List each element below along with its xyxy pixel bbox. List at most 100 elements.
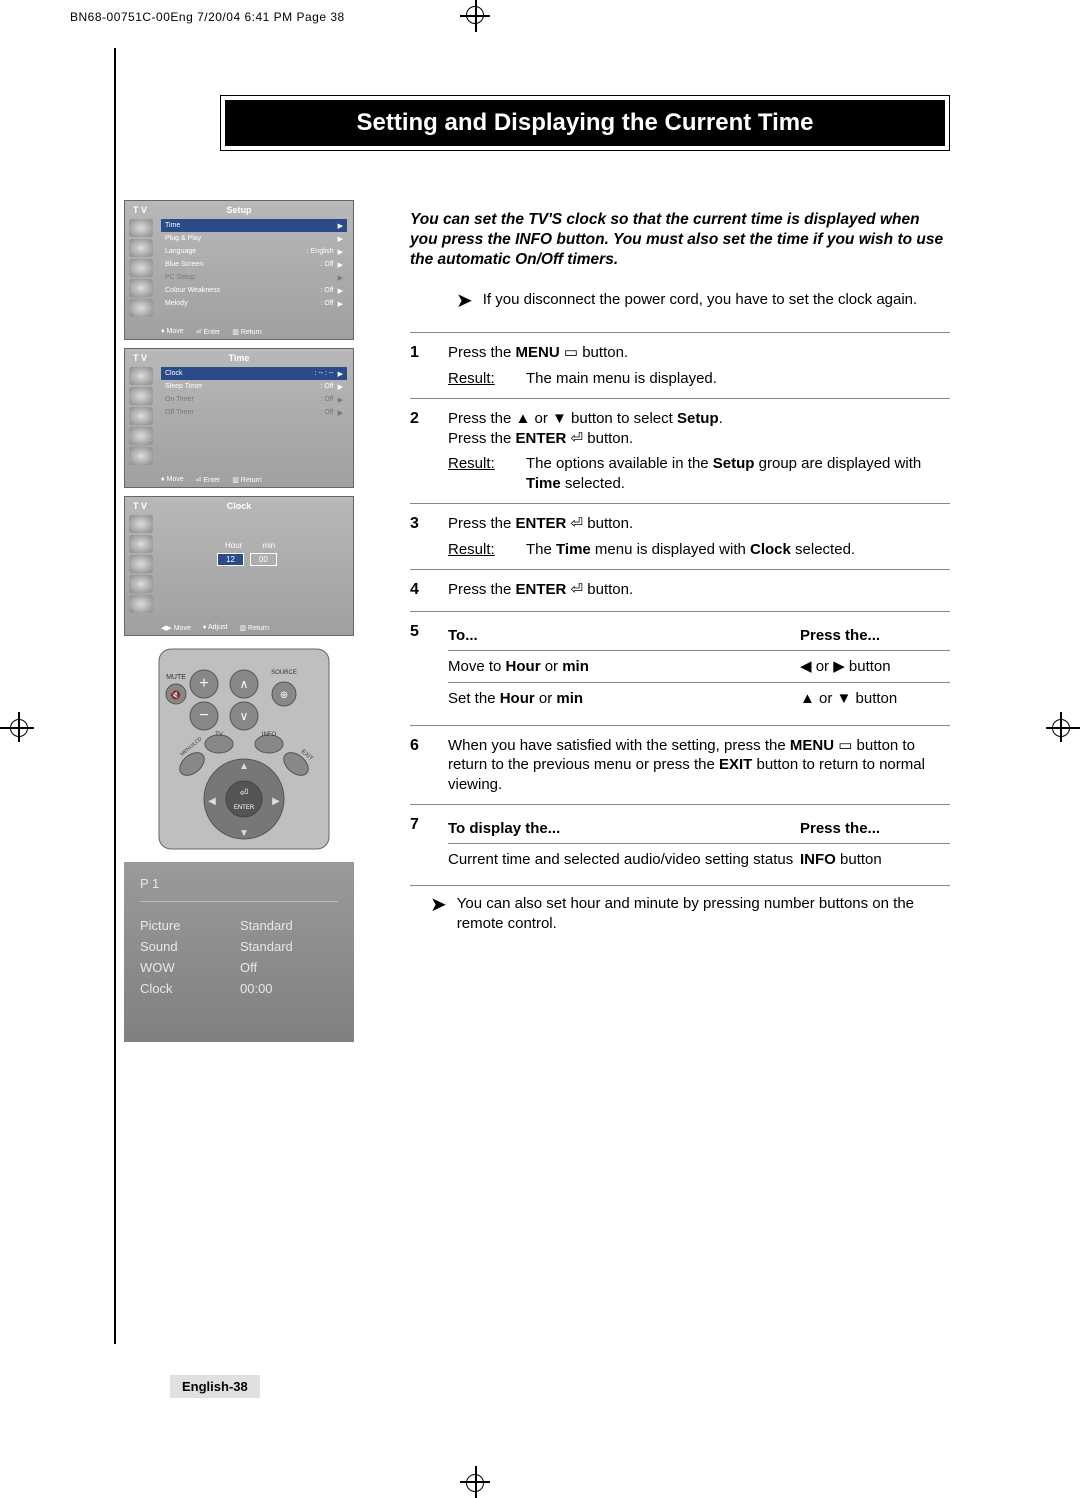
min-value: 00 — [250, 553, 277, 566]
step-number: 5 — [410, 622, 448, 715]
text: ENTER — [516, 430, 567, 447]
col-header: Press the... — [800, 819, 950, 839]
step-6: 6 When you have satisfied with the setti… — [410, 736, 950, 795]
arrow-icon: ➤ — [430, 892, 447, 933]
osd-title: Time — [125, 353, 353, 363]
result-text: The Time menu is displayed with Clock se… — [526, 540, 950, 560]
text: button. — [583, 515, 633, 532]
arrow-icon: ➤ — [456, 288, 473, 314]
step-5: 5 To...Press the... Move to Hour or min◀… — [410, 622, 950, 715]
osd-menu: Time▶ Plug & Play▶ Language:English▶ Blu… — [161, 219, 347, 310]
note-text: You can also set hour and minute by pres… — [457, 894, 950, 933]
step-number: 2 — [410, 409, 448, 493]
col-header: To... — [448, 626, 800, 646]
svg-text:ENTER: ENTER — [234, 805, 255, 811]
osd-title: Clock — [125, 501, 353, 511]
table-row: Set the Hour or min▲ or ▼ button — [448, 682, 950, 715]
text: EXIT — [719, 756, 752, 773]
enter-icon: ⏎ — [566, 430, 583, 447]
svg-text:TV: TV — [215, 732, 223, 738]
info-row: Clock00:00 — [140, 981, 338, 996]
enter-icon: ⏎ — [566, 515, 583, 532]
osd-row: Time▶ — [161, 219, 347, 232]
svg-text:⊕: ⊕ — [280, 690, 288, 701]
page-footer: English-38 — [170, 1375, 260, 1398]
svg-text:−: − — [199, 707, 208, 724]
svg-text:MUTE: MUTE — [166, 674, 186, 681]
remote-illustration: + − ∧ ∨ 🔇 MUTE ⊕ SOURCE TV INFO MENU/LCD… — [154, 644, 334, 854]
step-2: 2 Press the ▲ or ▼ button to select Setu… — [410, 409, 950, 493]
page-header: BN68-00751C-00Eng 7/20/04 6:41 PM Page 3… — [70, 10, 345, 24]
svg-text:▶: ▶ — [272, 796, 280, 807]
text: MENU — [516, 344, 560, 361]
svg-text:SOURCE: SOURCE — [271, 670, 297, 676]
osd-row: On Timer:Off▶ — [161, 393, 347, 406]
info-row: SoundStandard — [140, 939, 338, 954]
result-label: Result: — [448, 454, 526, 493]
note: ➤ If you disconnect the power cord, you … — [456, 290, 950, 314]
text: Press the — [448, 515, 516, 532]
intro-text: You can set the TV'S clock so that the c… — [410, 210, 950, 270]
step-3: 3 Press the ENTER ⏎ button. Result:The T… — [410, 514, 950, 559]
svg-text:⏎: ⏎ — [240, 788, 248, 799]
text: Press the ▲ or ▼ button to select — [448, 410, 677, 427]
crop-mark — [466, 1474, 484, 1492]
svg-text:🔇: 🔇 — [170, 689, 181, 700]
page-title: Setting and Displaying the Current Time — [225, 100, 945, 146]
osd-row: Plug & Play▶ — [161, 232, 347, 245]
left-column: T V Setup Time▶ Plug & Play▶ Language:En… — [124, 200, 364, 1042]
step-number: 1 — [410, 343, 448, 388]
table-row: Move to Hour or min◀ or ▶ button — [448, 650, 950, 683]
text: ENTER — [516, 581, 567, 598]
svg-text:▼: ▼ — [239, 828, 249, 839]
osd-row: Clock:-- : --▶ — [161, 367, 347, 380]
col-header: Press the... — [800, 626, 950, 646]
osd-icon-column — [129, 367, 157, 467]
result-text: The options available in the Setup group… — [526, 454, 950, 493]
text: Setup — [677, 410, 719, 427]
osd-footer: ♦ Move⏎ Enter▥ Return — [161, 328, 347, 336]
clock-labels: Hourmin — [225, 541, 275, 550]
svg-text:∨: ∨ — [240, 709, 249, 723]
step-7: 7 To display the...Press the... Current … — [410, 815, 950, 875]
clock-values: 12 00 — [217, 553, 277, 566]
osd-title: Setup — [125, 205, 353, 215]
osd-menu: Clock:-- : --▶ Sleep Timer:Off▶ On Timer… — [161, 367, 347, 419]
instructions: You can set the TV'S clock so that the c… — [410, 210, 950, 951]
osd-icon-column — [129, 515, 157, 613]
table: To...Press the... Move to Hour or min◀ o… — [448, 626, 950, 715]
osd-time: T V Time Clock:-- : --▶ Sleep Timer:Off▶… — [124, 348, 354, 488]
info-row: WOWOff — [140, 960, 338, 975]
note-text: If you disconnect the power cord, you ha… — [483, 290, 950, 314]
osd-row: Language:English▶ — [161, 245, 347, 258]
info-display: P 1 PictureStandard SoundStandard WOWOff… — [124, 862, 354, 1042]
step-number: 6 — [410, 736, 448, 795]
text: Press the — [448, 581, 516, 598]
osd-clock: T V Clock Hourmin 12 00 ◀▶ Move♦ Adjust▥… — [124, 496, 354, 636]
svg-text:◀: ◀ — [208, 796, 216, 807]
channel-label: P 1 — [140, 876, 338, 891]
result-label: Result: — [448, 540, 526, 560]
svg-text:+: + — [199, 675, 208, 692]
text: button. — [583, 430, 633, 447]
menu-icon: ▭ — [834, 737, 857, 754]
text: . — [719, 410, 723, 427]
svg-text:INFO: INFO — [262, 732, 277, 738]
text: Press the — [448, 430, 516, 447]
result-text: The main menu is displayed. — [526, 369, 950, 389]
osd-footer: ◀▶ Move♦ Adjust▥ Return — [161, 624, 347, 632]
table: To display the...Press the... Current ti… — [448, 819, 950, 875]
enter-icon: ⏎ — [566, 581, 583, 598]
note: ➤ You can also set hour and minute by pr… — [430, 894, 950, 933]
crop-mark — [10, 719, 28, 737]
step-number: 3 — [410, 514, 448, 559]
info-row: PictureStandard — [140, 918, 338, 933]
hour-value: 12 — [217, 553, 244, 566]
crop-mark — [1052, 719, 1070, 737]
text: MENU — [790, 737, 834, 754]
step-number: 4 — [410, 580, 448, 601]
text: ENTER — [516, 515, 567, 532]
step-4: 4 Press the ENTER ⏎ button. — [410, 580, 950, 601]
osd-row: Colour Weakness:Off▶ — [161, 284, 347, 297]
col-header: To display the... — [448, 819, 800, 839]
